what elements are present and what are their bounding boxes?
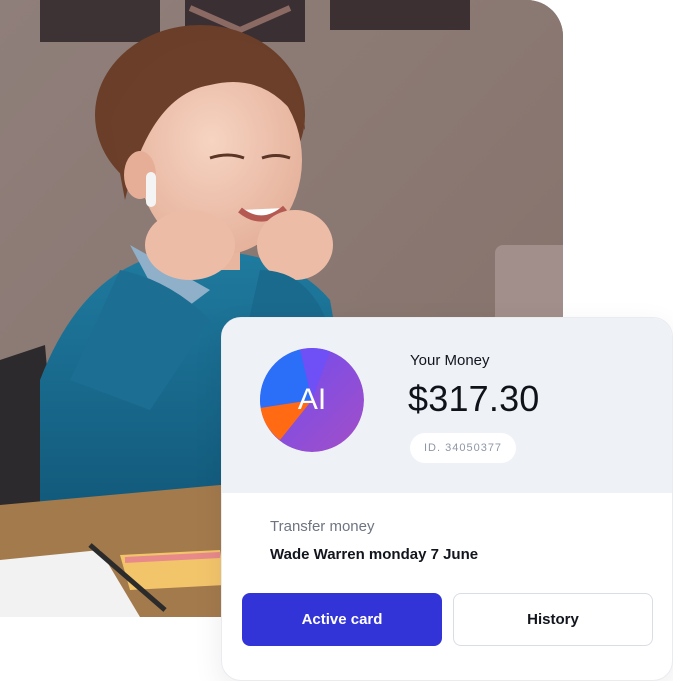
avatar-initials: AI [297,383,327,416]
balance-amount: $317.30 [408,378,540,419]
active-card-button[interactable]: Active card [242,593,442,646]
balance-label: Your Money [410,352,490,369]
transfer-label: Transfer money [270,518,375,535]
card-id-badge: ID. 34050377 [410,433,517,463]
app-root: AI Your Money $317.30 ID. 34050377 Trans… [0,0,673,681]
balance-panel: AI Your Money $317.30 ID. 34050377 [222,318,672,493]
wallet-card: AI Your Money $317.30 ID. 34050377 Trans… [221,317,673,681]
history-button[interactable]: History [453,593,653,646]
transfer-detail: Wade Warren monday 7 June [270,546,479,563]
avatar: AI [260,348,364,452]
